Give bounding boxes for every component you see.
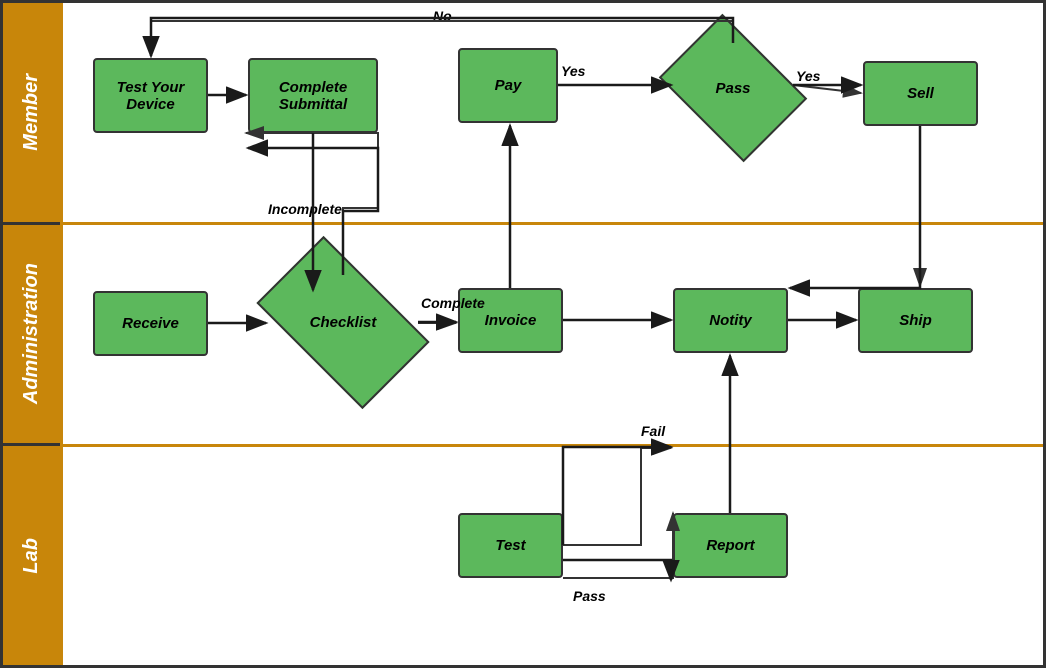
- label-pass-lab: Pass: [573, 588, 606, 604]
- node-report: Report: [673, 513, 788, 578]
- lane-labels: Member Administration Lab: [3, 3, 63, 665]
- label-yes-pass: Yes: [796, 68, 820, 84]
- label-yes-pay: Yes: [561, 63, 585, 79]
- node-pass-diamond: Pass: [673, 43, 793, 133]
- node-sell: Sell: [863, 61, 978, 126]
- diagram-container: Member Administration Lab Test Your Devi…: [0, 0, 1046, 668]
- label-incomplete: Incomplete: [268, 201, 342, 217]
- label-complete: Complete: [421, 295, 485, 311]
- label-no: No: [433, 8, 452, 24]
- diagram-area: Test Your Device Complete Submittal Pay …: [63, 3, 1043, 665]
- lane-label-lab: Lab: [3, 446, 60, 665]
- node-receive: Receive: [93, 291, 208, 356]
- node-test: Test: [458, 513, 563, 578]
- node-notify: Notity: [673, 288, 788, 353]
- node-pay: Pay: [458, 48, 558, 123]
- node-test-your-device: Test Your Device: [93, 58, 208, 133]
- lane-label-admin: Administration: [3, 225, 60, 447]
- label-fail: Fail: [641, 423, 665, 439]
- node-ship: Ship: [858, 288, 973, 353]
- node-checklist: Checklist: [268, 275, 418, 370]
- lane-label-member: Member: [3, 3, 60, 225]
- node-complete-submittal: Complete Submittal: [248, 58, 378, 133]
